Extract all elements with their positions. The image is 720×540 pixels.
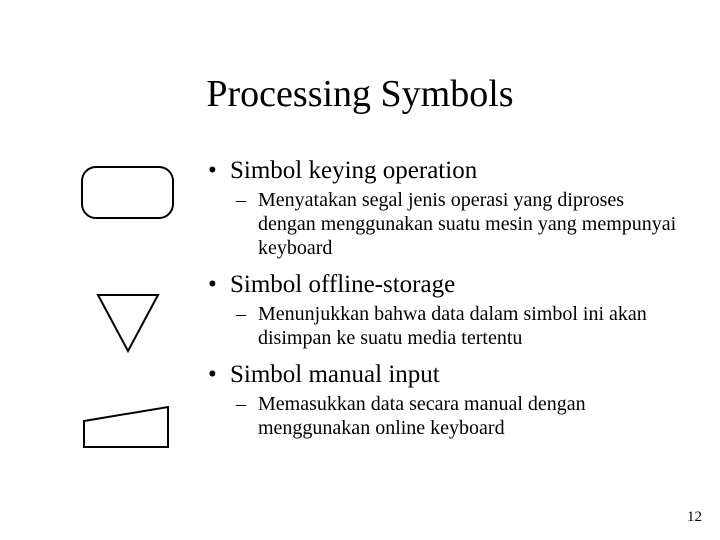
bullet-keying-operation: Simbol keying operation — [208, 156, 678, 186]
bullet-manual-input: Simbol manual input — [208, 360, 678, 390]
subbullet-keying-operation: Menyatakan segal jenis operasi yang dipr… — [208, 188, 678, 260]
offline-storage-symbol — [96, 293, 160, 353]
subbullet-manual-input: Memasukkan data secara manual dengan men… — [208, 392, 678, 440]
slide-body: Simbol keying operation Menyatakan segal… — [208, 156, 678, 450]
manual-input-symbol — [82, 405, 170, 449]
keying-operation-symbol — [80, 165, 175, 220]
subbullet-offline-storage: Menunjukkan bahwa data dalam simbol ini … — [208, 302, 678, 350]
slide: Processing Symbols Simbol keying operati… — [0, 0, 720, 540]
page-number: 12 — [687, 509, 702, 526]
slide-title: Processing Symbols — [0, 72, 720, 116]
bullet-offline-storage: Simbol offline-storage — [208, 270, 678, 300]
